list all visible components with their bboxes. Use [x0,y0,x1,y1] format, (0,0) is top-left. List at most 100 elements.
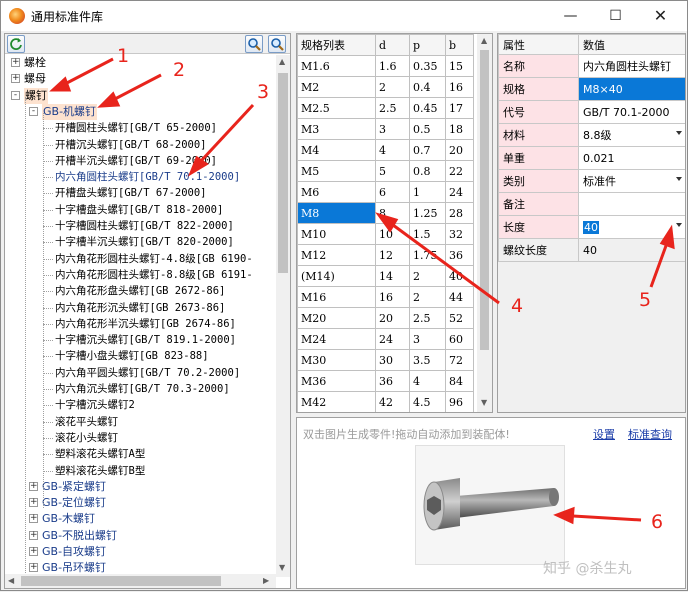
spec-cell[interactable]: 1.75 [409,244,446,266]
table-row[interactable]: M5 5 0.8 22 [297,160,474,182]
tree-leaf-item[interactable]: 塑料滚花头螺钉A型 [5,446,275,462]
expand-icon[interactable]: + [29,547,38,556]
spec-cell[interactable]: 24 [375,328,410,350]
spec-cell[interactable]: M1.6 [297,55,376,77]
spec-cell[interactable]: 4 [409,370,446,392]
spec-cell[interactable]: 36 [375,370,410,392]
close-button[interactable]: ✕ [638,1,683,31]
tree-leaf-item[interactable]: 内六角花形圆柱头螺钉-4.8级[GB 6190- [5,251,275,267]
scroll-up-icon[interactable]: ▲ [279,57,285,66]
spec-cell[interactable]: 1.25 [409,202,446,224]
spec-cell[interactable]: 24 [445,181,474,203]
spec-column-header[interactable]: p [409,34,446,56]
spec-cell[interactable]: M2 [297,76,376,98]
spec-cell[interactable]: M24 [297,328,376,350]
table-row[interactable]: M48485106 [298,413,474,414]
property-value[interactable]: 0.021 [578,146,685,170]
scroll-left-icon[interactable]: ◀ [8,576,14,585]
tree-folder-item[interactable]: + 螺母 [5,71,275,87]
spec-column-header[interactable]: 规格列表 [297,34,376,56]
tree-leaf-item[interactable]: 内六角沉头螺钉[GB/T 70.3-2000] [5,381,275,397]
property-value[interactable]: GB/T 70.1-2000 [578,100,685,124]
tree-leaf-item[interactable]: 内六角花形沉头螺钉[GB 2673-86] [5,300,275,316]
spec-cell[interactable]: M12 [297,244,376,266]
standard-query-link[interactable]: 标准查询 [628,426,672,442]
spec-cell[interactable]: 17 [445,97,474,119]
tree-folder-item[interactable]: + GB-木螺钉 [5,511,275,527]
scroll-down-icon[interactable]: ▼ [279,563,285,572]
property-row[interactable]: 螺纹长度 40 [498,238,685,262]
property-value[interactable]: 标准件 [578,169,685,193]
table-row[interactable]: M42 42 4.5 96 [297,391,474,412]
tree-vertical-scrollbar[interactable]: ▲ ▼ [276,55,290,577]
property-row[interactable]: 名称 内六角圆柱头螺钉 [498,54,685,78]
minimize-button[interactable]: — [548,1,593,31]
spec-cell[interactable]: M42 [297,391,376,412]
spec-cell[interactable]: 0.8 [409,160,446,182]
table-row[interactable]: M1.6 1.6 0.35 15 [297,55,474,77]
spec-cell[interactable]: M36 [297,370,376,392]
tree-leaf-item[interactable]: 十字槽半沉头螺钉[GB/T 820-2000] [5,234,275,250]
spec-cell[interactable]: 4 [375,139,410,161]
tree-vertical-scroll-thumb[interactable] [278,73,288,273]
tree-leaf-item[interactable]: 滚花平头螺钉 [5,414,275,430]
spec-cell[interactable]: 0.35 [409,55,446,77]
spec-scroll-down-icon[interactable]: ▼ [481,398,487,407]
property-row[interactable]: 长度 40 [498,215,685,239]
spec-cell[interactable]: 42 [375,391,410,412]
spec-scroll-thumb[interactable] [480,50,489,350]
tree-leaf-item[interactable]: 内六角圆柱头螺钉[GB/T 70.1-2000] [5,169,275,185]
tree-folder-item[interactable]: + 螺栓 [5,55,275,71]
tree-leaf-item[interactable]: 塑料滚花头螺钉B型 [5,463,275,479]
table-row[interactable]: M20 20 2.5 52 [297,307,474,329]
search-next-button[interactable] [268,35,286,53]
tree-leaf-item[interactable]: 十字槽圆柱头螺钉[GB/T 822-2000] [5,218,275,234]
tree-leaf-item[interactable]: 开槽半沉头螺钉[GB/T 69-2000] [5,153,275,169]
spec-cell[interactable]: 48 [376,413,410,414]
spec-scroll-up-icon[interactable]: ▲ [481,36,487,45]
spec-cell[interactable]: 4.5 [409,391,446,412]
dropdown-arrow-icon[interactable] [676,177,682,181]
spec-cell[interactable]: 1.6 [375,55,410,77]
spec-cell[interactable]: M4 [297,139,376,161]
spec-cell[interactable]: 32 [445,223,474,245]
spec-cell[interactable]: 2.5 [375,97,410,119]
spec-vertical-scrollbar[interactable]: ▲ ▼ [477,34,492,412]
spec-cell[interactable]: 5 [375,160,410,182]
tree-leaf-item[interactable]: 十字槽沉头螺钉[GB/T 819.1-2000] [5,332,275,348]
tree-leaf-item[interactable]: 十字槽盘头螺钉[GB/T 818-2000] [5,202,275,218]
tree-leaf-item[interactable]: 开槽盘头螺钉[GB/T 67-2000] [5,185,275,201]
property-row[interactable]: 备注 [498,192,685,216]
collapse-icon[interactable]: - [29,107,38,116]
spec-cell[interactable]: 0.4 [409,76,446,98]
table-row[interactable]: M6 6 1 24 [297,181,474,203]
spec-cell[interactable]: M16 [297,286,376,308]
spec-cell[interactable]: 2 [409,286,446,308]
tree-folder-item[interactable]: + GB-紧定螺钉 [5,479,275,495]
tree-leaf-item[interactable]: 滚花小头螺钉 [5,430,275,446]
tree-leaf-item[interactable]: 十字槽沉头螺钉2 [5,397,275,413]
spec-cell[interactable]: M8 [297,202,376,224]
spec-cell[interactable]: 2.5 [409,307,446,329]
spec-cell[interactable]: 30 [375,349,410,371]
spec-cell[interactable]: 18 [445,118,474,140]
property-value[interactable]: 8.8级 [578,123,685,147]
collapse-icon[interactable]: - [11,91,20,100]
settings-link[interactable]: 设置 [593,426,615,442]
spec-cell[interactable]: 60 [445,328,474,350]
tree-folder-item[interactable]: + GB-吊环螺钉 [5,560,275,575]
spec-cell[interactable]: 52 [445,307,474,329]
spec-cell[interactable]: 5 [410,413,446,414]
property-row[interactable]: 规格 M8×40 [498,77,685,101]
spec-cell[interactable]: M2.5 [297,97,376,119]
property-value[interactable]: M8×40 [578,77,685,101]
spec-cell[interactable]: M10 [297,223,376,245]
property-value[interactable] [578,192,685,216]
spec-cell[interactable]: 84 [445,370,474,392]
table-row[interactable]: M2.5 2.5 0.45 17 [297,97,474,119]
spec-cell[interactable]: 3 [409,328,446,350]
spec-cell[interactable]: 44 [445,286,474,308]
spec-cell[interactable]: 28 [445,202,474,224]
expand-icon[interactable]: + [11,74,20,83]
spec-cell[interactable]: 0.7 [409,139,446,161]
